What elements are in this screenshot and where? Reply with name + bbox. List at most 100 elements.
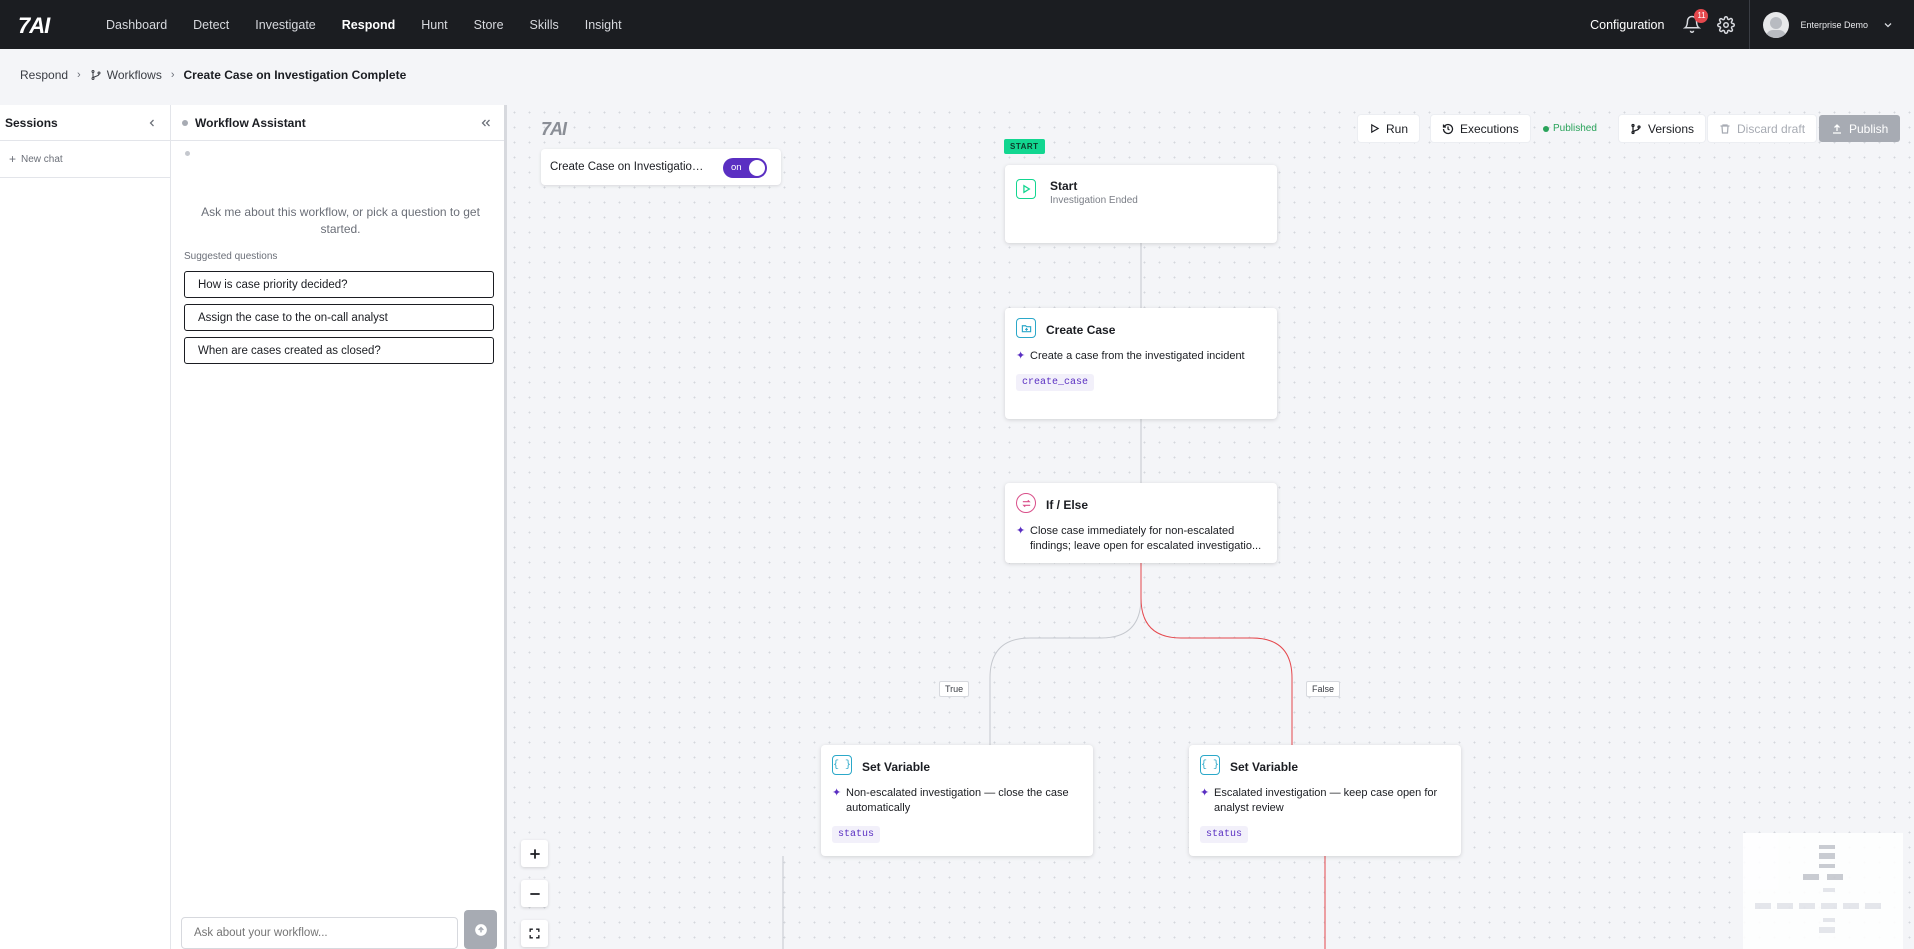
nav-item-detect[interactable]: Detect	[180, 0, 242, 49]
sessions-panel: Sessions + New chat	[0, 105, 171, 949]
play-icon	[1371, 123, 1380, 134]
assistant-header: Workflow Assistant	[171, 105, 504, 141]
nav-right: Configuration 11 Enterprise Demo	[1590, 0, 1914, 49]
plus-icon: +	[9, 152, 17, 166]
trash-icon	[1720, 123, 1730, 134]
send-arrow-icon	[474, 923, 487, 936]
configuration-link[interactable]: Configuration	[1590, 18, 1664, 32]
fit-view-button[interactable]	[521, 920, 548, 947]
set-variable-false-title: Set Variable	[1230, 760, 1299, 774]
app-logo[interactable]: 7AI	[18, 13, 50, 39]
typing-dot	[185, 151, 190, 156]
set-variable-node-true[interactable]: { } Set Variable ✦ Non-escalated investi…	[821, 745, 1093, 856]
zoom-in-button[interactable]	[521, 840, 548, 867]
breadcrumb-respond[interactable]: Respond	[20, 68, 68, 82]
suggestion-button[interactable]: When are cases created as closed?	[184, 337, 494, 364]
nav-item-insight[interactable]: Insight	[572, 0, 635, 49]
fullscreen-icon	[529, 928, 540, 939]
versions-label: Versions	[1648, 121, 1695, 136]
start-node-subtitle: Investigation Ended	[1050, 195, 1138, 206]
sparkle-icon: ✦	[1016, 525, 1026, 537]
sparkle-icon: ✦	[832, 787, 842, 799]
set-variable-false-chip: status	[1200, 826, 1249, 843]
publish-label: Publish	[1849, 121, 1889, 136]
suggestion-button[interactable]: Assign the case to the on-call analyst	[184, 304, 494, 331]
published-status-dot	[1543, 125, 1549, 132]
send-button[interactable]	[464, 910, 497, 949]
if-else-description-text: Close case immediately for non-escalated…	[1030, 525, 1262, 552]
set-variable-false-description: ✦ Escalated investigation — keep case op…	[1200, 786, 1450, 816]
start-node[interactable]: Start Investigation Ended	[1005, 165, 1277, 243]
workflow-name-card: Create Case on Investigation Complete on	[541, 149, 781, 185]
run-button[interactable]: Run	[1358, 115, 1420, 142]
settings-button[interactable]	[1717, 15, 1736, 34]
nav-menu: Dashboard Detect Investigate Respond Hun…	[93, 0, 635, 49]
user-menu[interactable]: Enterprise Demo	[1749, 0, 1914, 49]
minimap[interactable]	[1743, 833, 1903, 949]
suggestion-button[interactable]: How is case priority decided?	[184, 271, 494, 298]
published-label: Published	[1553, 123, 1597, 134]
chat-input[interactable]	[181, 917, 458, 949]
create-case-chip: create_case	[1016, 374, 1095, 391]
new-chat-label: New chat	[21, 153, 63, 165]
discard-draft-button[interactable]: Discard draft	[1708, 115, 1817, 142]
if-else-node-description: ✦ Close case immediately for non-escalat…	[1016, 524, 1268, 554]
toggle-knob	[749, 160, 765, 176]
start-node-title: Start	[1050, 179, 1078, 193]
nav-item-dashboard[interactable]: Dashboard	[93, 0, 180, 49]
nav-item-investigate[interactable]: Investigate	[242, 0, 328, 49]
if-else-node-title: If / Else	[1046, 498, 1089, 512]
toggle-label: on	[731, 162, 742, 173]
if-else-node[interactable]: If / Else ✦ Close case immediately for n…	[1005, 483, 1277, 563]
assistant-title-text: Workflow Assistant	[195, 115, 306, 130]
nav-item-hunt[interactable]: Hunt	[408, 0, 460, 49]
executions-button[interactable]: Executions	[1431, 115, 1530, 142]
braces-icon: { }	[1200, 755, 1220, 775]
suggested-questions-label: Suggested questions	[184, 251, 278, 262]
edge-false	[1140, 563, 1293, 745]
avatar	[1763, 11, 1790, 38]
discard-label: Discard draft	[1737, 121, 1806, 136]
nav-item-respond[interactable]: Respond	[329, 0, 408, 49]
published-status: Published	[1543, 115, 1597, 142]
set-variable-true-description-text: Non-escalated investigation — close the …	[846, 787, 1069, 814]
workflow-enabled-toggle[interactable]: on	[723, 158, 767, 178]
edge-label-false: False	[1306, 681, 1341, 697]
versions-button[interactable]: Versions	[1619, 115, 1706, 142]
workflow-name: Create Case on Investigation Complete	[550, 161, 705, 173]
sessions-header: Sessions	[0, 105, 170, 141]
plus-icon	[529, 848, 540, 859]
notifications-button[interactable]: 11	[1683, 8, 1709, 35]
branch-icon	[1631, 123, 1641, 134]
breadcrumb-workflows[interactable]: Workflows	[107, 68, 162, 82]
braces-icon: { }	[832, 755, 852, 775]
edge-label-true: True	[939, 681, 970, 697]
minus-icon	[529, 892, 540, 895]
assistant-title: Workflow Assistant	[182, 116, 306, 130]
create-case-description-text: Create a case from the investigated inci…	[1030, 350, 1245, 362]
gear-icon	[1717, 15, 1736, 34]
set-variable-true-description: ✦ Non-escalated investigation — close th…	[832, 786, 1082, 816]
workflow-assistant-panel: Workflow Assistant Ask me about this wor…	[171, 105, 507, 949]
create-case-node-description: ✦ Create a case from the investigated in…	[1016, 349, 1266, 364]
publish-button[interactable]: Publish	[1819, 115, 1901, 142]
workflow-canvas[interactable]: 7AI Create Case on Investigation Complet…	[507, 105, 1914, 949]
set-variable-node-false[interactable]: { } Set Variable ✦ Escalated investigati…	[1189, 745, 1461, 856]
nav-item-skills[interactable]: Skills	[517, 0, 572, 49]
new-chat-button[interactable]: + New chat	[0, 141, 170, 178]
edge-true	[989, 563, 1142, 745]
top-nav: 7AI Dashboard Detect Investigate Respond…	[0, 0, 1914, 49]
collapse-double-chevron-icon[interactable]	[480, 117, 492, 129]
zoom-out-button[interactable]	[521, 880, 548, 907]
branch-arrows-icon	[1016, 493, 1036, 513]
create-case-node[interactable]: Create Case ✦ Create a case from the inv…	[1005, 308, 1277, 419]
set-variable-true-title: Set Variable	[862, 760, 931, 774]
run-label: Run	[1386, 121, 1409, 136]
workflow-branch-icon	[91, 70, 101, 80]
start-tag: START	[1004, 139, 1045, 154]
nav-item-store[interactable]: Store	[461, 0, 517, 49]
upload-icon	[1833, 123, 1841, 134]
status-dot	[182, 119, 188, 126]
sparkle-icon: ✦	[1016, 350, 1026, 362]
chevron-left-icon[interactable]	[146, 117, 158, 129]
